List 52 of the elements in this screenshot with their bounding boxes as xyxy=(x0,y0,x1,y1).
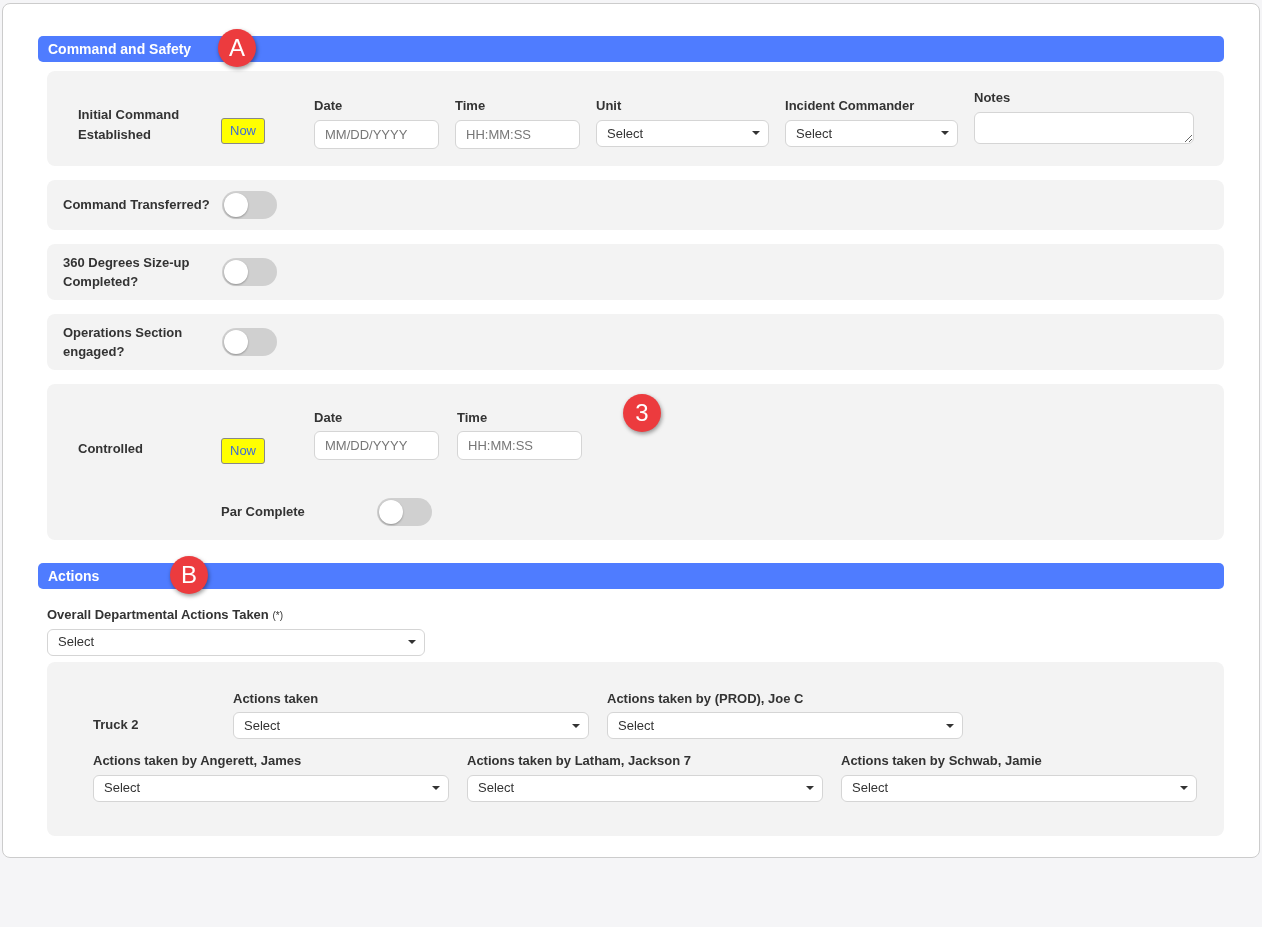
field-label: Actions taken by Latham, Jackson 7 xyxy=(467,752,692,770)
toggle-switch[interactable] xyxy=(222,328,277,356)
section-title: Command and Safety xyxy=(48,39,192,59)
toggle-switch[interactable] xyxy=(222,191,277,219)
field-label: Actions taken by (PROD), Joe C xyxy=(607,689,805,708)
toggle-switch[interactable] xyxy=(222,258,277,286)
callout-marker: A xyxy=(218,29,256,67)
select-field[interactable]: Select xyxy=(233,712,589,739)
select-field[interactable]: Select xyxy=(93,774,449,802)
field-label: Time xyxy=(457,408,489,427)
row-label: Initial Command Established xyxy=(78,106,181,144)
field-label: Unit xyxy=(596,97,623,116)
field-label: Actions taken by Angerett, James xyxy=(93,752,303,770)
toggle-switch[interactable] xyxy=(377,498,432,526)
input-field[interactable]: HH:MM:SS xyxy=(457,431,582,461)
caret-icon xyxy=(941,131,949,136)
select-field[interactable]: Select xyxy=(467,774,823,802)
row-label: Command Transferred? xyxy=(63,196,211,215)
caret-icon xyxy=(752,131,760,136)
caret-icon xyxy=(408,640,416,644)
select-field[interactable]: Select xyxy=(596,119,769,147)
field-label: Date xyxy=(314,97,344,116)
caret-icon xyxy=(946,723,954,728)
caret-icon xyxy=(572,723,580,728)
field-label: Notes xyxy=(974,89,1012,108)
caret-icon xyxy=(432,786,440,790)
select-field[interactable]: Select xyxy=(47,628,425,656)
input-field[interactable]: MM/DD/YYYY xyxy=(314,431,439,461)
select-field[interactable]: Select xyxy=(785,119,958,147)
row-label: Operations Section engaged? xyxy=(63,323,184,361)
field-label: Actions taken by Schwab, Jamie xyxy=(841,752,1043,770)
caret-icon xyxy=(806,786,814,790)
field-label: Date xyxy=(314,408,344,427)
row-label: Truck 2 xyxy=(93,715,140,734)
select-field[interactable]: Select xyxy=(607,712,963,739)
section-title: Actions xyxy=(48,566,100,586)
notes-field[interactable] xyxy=(974,111,1194,144)
now-button[interactable]: Now xyxy=(221,438,265,464)
field-label: Incident Commander xyxy=(785,97,916,116)
callout-marker: 3 xyxy=(623,394,661,432)
caret-icon xyxy=(1180,786,1188,790)
field-label: Time xyxy=(455,97,487,116)
row-label: Par Complete xyxy=(221,503,306,522)
field-label: Actions taken xyxy=(233,689,320,708)
callout-marker: B xyxy=(170,556,208,594)
input-field[interactable]: MM/DD/YYYY xyxy=(314,119,439,149)
now-button[interactable]: Now xyxy=(221,117,265,144)
row-label: 360 Degrees Size-up Completed? xyxy=(63,253,191,291)
row-label: Controlled xyxy=(78,440,144,459)
input-field[interactable]: HH:MM:SS xyxy=(455,119,580,149)
field-label: Overall Departmental Actions Taken (*) xyxy=(47,606,284,624)
select-field[interactable]: Select xyxy=(841,774,1197,802)
